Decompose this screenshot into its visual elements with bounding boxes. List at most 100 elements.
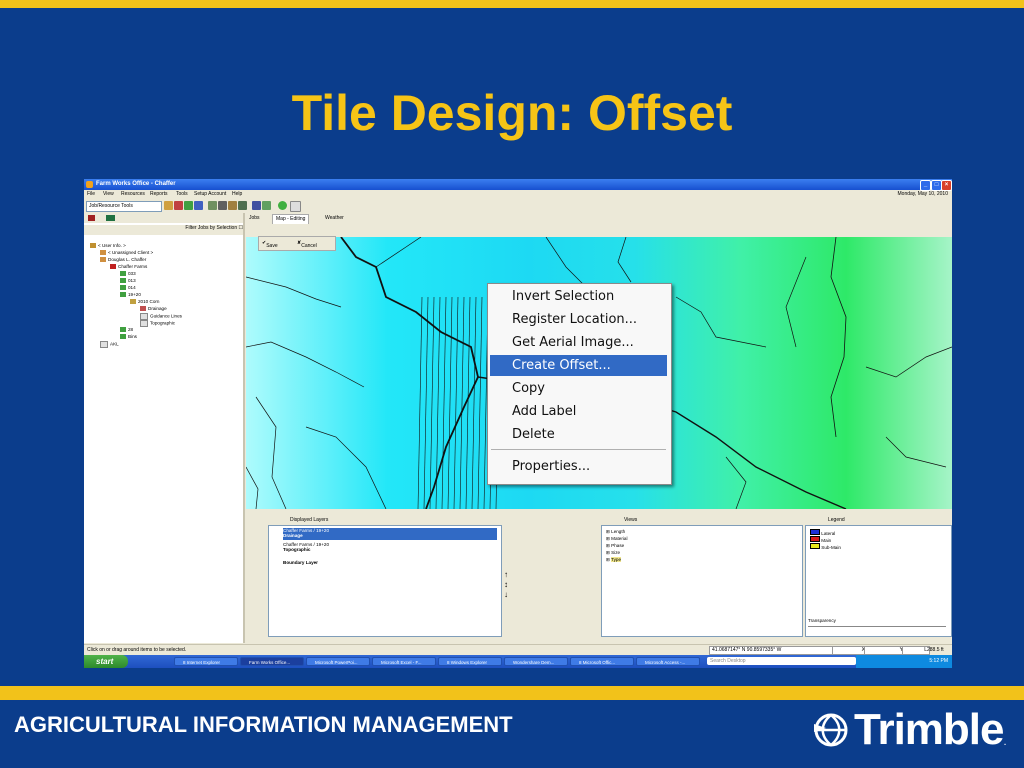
tool-icon[interactable] [238,201,247,210]
legend-header: Legend [828,517,845,523]
desktop-search-input[interactable]: Search Desktop [707,657,856,665]
field-icon [120,292,126,298]
save-button[interactable]: ✔ Save [262,240,278,249]
tool-icon[interactable] [184,201,193,210]
tool-icon[interactable] [208,201,217,210]
layer-row-boundary[interactable]: Boundary Layer [283,560,318,565]
menubar: File View Resources Reports Tools Setup … [84,190,952,198]
menu-item-copy[interactable]: Copy [490,378,667,399]
window-titlebar[interactable]: Farm Works Office - Chaffer _ □ × [84,179,952,191]
app-icon [86,181,93,188]
menu-tools[interactable]: Tools [176,191,188,197]
taskbar-item[interactable]: Wondershare Dem... [504,657,568,666]
tree-item[interactable]: 033 [120,271,136,277]
logo-mark: . [1003,736,1007,748]
tree-item[interactable]: 2010 Corn [130,299,159,305]
legend-swatch [810,543,820,549]
view-item[interactable]: ⊞ Length [606,529,625,535]
tree-item[interactable]: 013 [120,278,136,284]
view-tabs: Jobs Map - Editing Weather [246,214,952,224]
drainage-line [617,237,632,283]
printer-icon[interactable] [88,215,95,221]
legend-panel: Lateral Main Sub-Main Transparency [805,525,952,637]
status-bar: Click on or drag around items to be sele… [84,644,952,655]
tree-item[interactable]: Guidance Lines [140,313,182,320]
views-list: ⊞ Length ⊞ Material ⊞ Phase ⊞ Size ⊞ Typ… [601,525,803,637]
drainage-line [417,296,423,509]
menu-resources[interactable]: Resources [121,191,145,197]
menu-item-properties[interactable]: Properties... [490,456,667,477]
tree-item[interactable]: Chaffer Farms [110,264,147,270]
view-item[interactable]: ⊞ Material [606,536,627,542]
layers-list: Chaffer Farms / 19+20 Drainage Chaffer F… [268,525,502,637]
client-icon [100,250,106,256]
drainage-line [459,296,465,509]
menu-item-delete[interactable]: Delete [490,424,667,445]
tool-icon[interactable] [252,201,261,210]
taskbar-item[interactable]: 8 Windows Explorer [438,657,502,666]
tree-item[interactable]: Drainage [140,306,167,312]
layer-row-topographic[interactable]: Chaffer Farms / 19+20 Topographic [283,542,329,552]
tab-map-editing[interactable]: Map - Editing [272,214,310,224]
tool-icon[interactable] [278,201,287,210]
menu-help[interactable]: Help [232,191,242,197]
menu-file[interactable]: File [87,191,95,197]
tool-icon[interactable] [194,201,203,210]
layer-row-drainage[interactable]: Chaffer Farms / 19+20 Drainage [283,528,497,540]
tab-weather[interactable]: Weather [322,214,347,223]
layer-order-arrows[interactable]: ↑ ↕ ↓ [504,570,508,600]
slide-title: Tile Design: Offset [291,85,733,141]
tree-item[interactable]: 014 [120,285,136,291]
tree-item[interactable]: Bins [120,334,137,340]
view-item[interactable]: ⊞ Phase [606,543,624,549]
tree-item[interactable]: Douglas L. Chaffer [100,257,146,263]
taskbar-item[interactable]: Farm Works Office... [240,657,304,666]
tree-item[interactable]: < User Info. > [90,243,126,249]
transparency-slider[interactable] [808,626,946,630]
tool-icon[interactable] [228,201,237,210]
taskbar-item[interactable]: 8 Internet Explorer [174,657,238,666]
menu-item-invert-selection[interactable]: Invert Selection [490,286,667,307]
tool-icon[interactable] [218,201,227,210]
filter-jobs-checkbox[interactable]: Filter Jobs by Selection ☐ [84,225,243,235]
menu-item-add-label[interactable]: Add Label [490,401,667,422]
view-item[interactable]: ⊞ Size [606,550,620,556]
drainage-line [865,346,952,378]
cancel-button[interactable]: ✘ Cancel [297,240,317,249]
folder-icon [90,243,96,249]
tool-icon[interactable] [164,201,173,210]
tree-item[interactable]: AKL [100,341,119,348]
menu-item-get-aerial-image[interactable]: Get Aerial Image... [490,332,667,353]
drainage-line [830,237,847,438]
taskbar-item[interactable]: Microsoft PowerPoi... [306,657,370,666]
tab-jobs[interactable]: Jobs [246,214,263,223]
tool-icon[interactable] [174,201,183,210]
taskbar-item[interactable]: Microsoft Access -... [636,657,700,666]
legend-item: Sub-Main [810,543,841,550]
menu-setup-account[interactable]: Setup Account [194,191,226,197]
left-panel: < User Info. > < Unassigned Client > Dou… [84,213,245,643]
window-title: Farm Works Office - Chaffer [96,181,176,187]
document-icon [100,341,108,348]
crop-icon [130,299,136,305]
taskbar-item[interactable]: 8 Microsoft Offic... [570,657,634,666]
menu-item-create-offset[interactable]: Create Offset... [490,355,667,376]
view-item[interactable]: ⊞ Type [606,557,622,563]
tool-icon[interactable] [262,201,271,210]
menu-view[interactable]: View [103,191,114,197]
toolset-select[interactable]: Job/Resource Tools [86,201,162,212]
drainage-line [471,296,477,509]
start-button[interactable]: start [84,655,128,668]
views-header: Views [624,517,638,523]
menu-item-register-location[interactable]: Register Location... [490,309,667,330]
menu-reports[interactable]: Reports [150,191,168,197]
topographic-icon [140,320,148,327]
tree-item[interactable]: < Unassigned Client > [100,250,153,256]
tree-item[interactable]: Topographic [140,320,175,327]
tree-item[interactable]: 28 [120,327,133,333]
taskbar-item[interactable]: Microsoft Excel - F... [372,657,436,666]
users-icon[interactable] [106,215,115,221]
tree-item[interactable]: 19+20 [120,292,141,298]
clock: 5:12 PM [929,658,948,664]
tool-icon[interactable] [290,201,301,212]
